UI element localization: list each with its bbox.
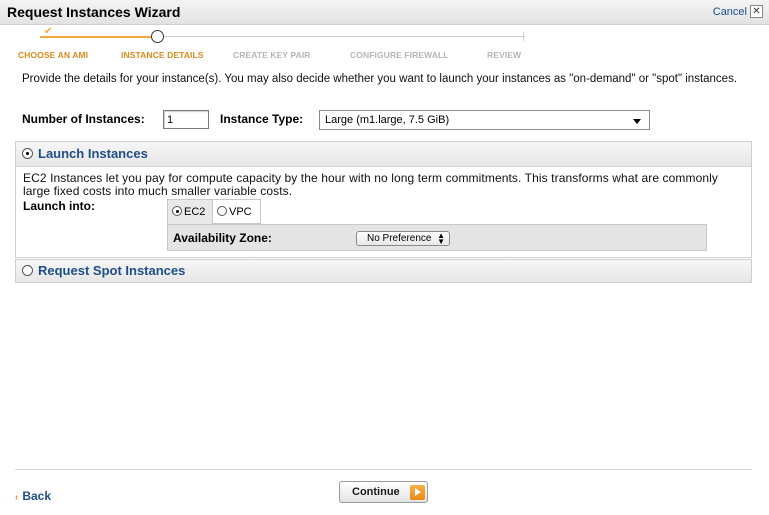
launch-instances-panel: Launch Instances EC2 Instances let you p…: [15, 141, 752, 258]
option-ec2[interactable]: EC2: [167, 199, 213, 224]
launch-into-label: Launch into:: [23, 199, 95, 213]
current-step-marker: [151, 30, 164, 43]
chevron-down-icon: [633, 119, 641, 124]
step-create-key-pair: CREATE KEY PAIR: [233, 50, 311, 60]
ec2-radio[interactable]: [172, 206, 182, 216]
up-down-arrows-icon: ▲ ▼: [437, 231, 445, 246]
availability-zone-select[interactable]: No Preference ▲ ▼: [356, 231, 450, 246]
chevron-left-icon: ‹: [15, 492, 19, 503]
launch-description: EC2 Instances let you pay for compute ca…: [23, 171, 719, 198]
launch-instances-header[interactable]: Launch Instances: [16, 142, 751, 167]
availability-zone-row: Availability Zone: No Preference ▲ ▼: [167, 224, 707, 251]
check-icon: ✔: [44, 26, 53, 37]
wizard-titlebar: Request Instances Wizard Cancel ✕: [0, 0, 769, 25]
progress-track-done: [40, 36, 156, 38]
ec2-label: EC2: [184, 206, 206, 218]
step-instance-details: INSTANCE DETAILS: [121, 50, 204, 60]
wizard-progress: ✔ CHOOSE AN AMI INSTANCE DETAILS CREATE …: [0, 26, 769, 62]
back-button[interactable]: ‹ Back: [15, 489, 51, 503]
continue-label: Continue: [352, 486, 400, 498]
request-spot-instances-title[interactable]: Request Spot Instances: [38, 263, 185, 278]
close-icon[interactable]: ✕: [750, 5, 763, 18]
number-of-instances-label: Number of Instances:: [22, 112, 145, 126]
wizard-title: Request Instances Wizard: [7, 4, 181, 20]
intro-text: Provide the details for your instance(s)…: [22, 73, 738, 85]
instance-settings-row: Number of Instances: Instance Type: Larg…: [22, 110, 752, 130]
launch-instances-radio[interactable]: [22, 148, 33, 159]
step-configure-firewall: CONFIGURE FIREWALL: [350, 50, 449, 60]
request-spot-instances-header[interactable]: Request Spot Instances: [16, 260, 751, 282]
availability-zone-label: Availability Zone:: [173, 231, 272, 245]
instance-type-select[interactable]: Large (m1.large, 7.5 GiB): [319, 110, 650, 130]
step-choose-ami: CHOOSE AN AMI: [18, 50, 89, 60]
launch-instances-title[interactable]: Launch Instances: [38, 146, 148, 161]
request-spot-instances-radio[interactable]: [22, 265, 33, 276]
footer-divider: [15, 469, 752, 470]
vpc-label: VPC: [229, 206, 252, 218]
back-label: Back: [22, 489, 52, 503]
continue-button[interactable]: Continue: [339, 481, 428, 503]
arrow-right-icon: [410, 485, 425, 500]
vpc-radio[interactable]: [217, 206, 227, 216]
step-review: REVIEW: [487, 50, 522, 60]
progress-end-tick: [523, 32, 524, 41]
request-spot-instances-panel: Request Spot Instances: [15, 259, 752, 283]
availability-zone-value: No Preference: [367, 233, 432, 244]
instance-type-value: Large (m1.large, 7.5 GiB): [325, 114, 450, 126]
option-vpc[interactable]: VPC: [213, 199, 261, 224]
cancel-link[interactable]: Cancel: [713, 6, 747, 18]
number-of-instances-input[interactable]: [163, 110, 209, 129]
instance-type-label: Instance Type:: [220, 112, 304, 126]
